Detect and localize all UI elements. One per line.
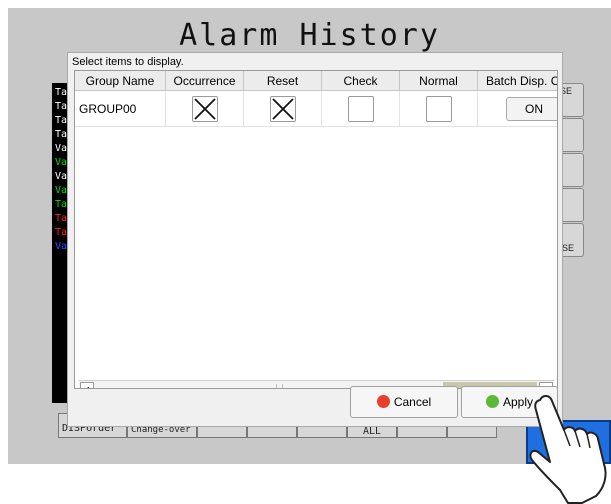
alarm-list-item[interactable]: Va	[54, 241, 68, 253]
scroll-bottom-button[interactable]: SE	[560, 223, 584, 257]
normal-checkbox[interactable]	[426, 96, 452, 122]
alarm-list-item[interactable]: Ta	[54, 227, 68, 239]
alarm-list-item[interactable]: Ta	[54, 129, 68, 141]
check-cell	[322, 91, 400, 127]
alarm-list-item[interactable]: Ta	[54, 213, 68, 225]
table-row-group-name-cell: GROUP00	[75, 91, 166, 127]
line-down-button[interactable]	[560, 188, 584, 222]
alarm-list-item[interactable]: Va	[54, 143, 68, 155]
scroll-left-arrow-icon[interactable]: ◂	[80, 382, 94, 388]
column-header-occurrence[interactable]: Occurrence	[166, 71, 244, 91]
batch-disp-cell: ON	[478, 91, 557, 127]
alarm-list-item[interactable]: Ta	[54, 101, 68, 113]
checked-x-icon	[194, 98, 216, 120]
page-title: Alarm History	[179, 18, 440, 53]
pointing-hand-icon	[529, 395, 607, 504]
line-up-button[interactable]	[560, 153, 584, 187]
column-header-group-name[interactable]: Group Name	[75, 71, 166, 91]
column-header-normal[interactable]: Normal	[400, 71, 478, 91]
display-items-dialog: Select items to display. Group Name Occu…	[67, 52, 563, 427]
alarm-list-item[interactable]: Va	[54, 185, 68, 197]
check-checkbox[interactable]	[348, 96, 374, 122]
alarm-list-item[interactable]: Ta	[54, 87, 68, 99]
column-header-reset[interactable]: Reset	[244, 71, 322, 91]
cancel-button[interactable]: Cancel	[350, 386, 458, 418]
page-up-button[interactable]	[560, 118, 584, 152]
alarm-list-item[interactable]: Va	[54, 157, 68, 169]
batch-display-on-button[interactable]: ON	[506, 97, 557, 121]
alarm-list-item[interactable]: Ta	[54, 115, 68, 127]
occurrence-checkbox[interactable]	[192, 96, 218, 122]
apply-icon	[485, 395, 499, 408]
column-header-check[interactable]: Check	[322, 71, 400, 91]
scroll-bottom-label: SE	[562, 243, 575, 253]
alarm-list-item[interactable]: Va	[54, 171, 68, 183]
cancel-label: Cancel	[393, 395, 432, 409]
scrollbar-grip	[276, 384, 283, 388]
column-header-batch-disp[interactable]: Batch Disp. Ch	[478, 71, 557, 91]
group-name-value: GROUP00	[79, 102, 137, 116]
occurrence-cell	[166, 91, 244, 127]
cancel-icon	[376, 395, 390, 408]
reset-cell	[244, 91, 322, 127]
dialog-caption: Select items to display.	[72, 56, 184, 68]
reset-checkbox[interactable]	[270, 96, 296, 122]
normal-cell	[400, 91, 478, 127]
scroll-top-button[interactable]: SE	[560, 83, 584, 117]
checked-x-icon	[272, 98, 294, 120]
items-grid: Group Name Occurrence Reset Check Normal…	[74, 70, 558, 389]
alarm-list-item[interactable]: Ta	[54, 199, 68, 211]
